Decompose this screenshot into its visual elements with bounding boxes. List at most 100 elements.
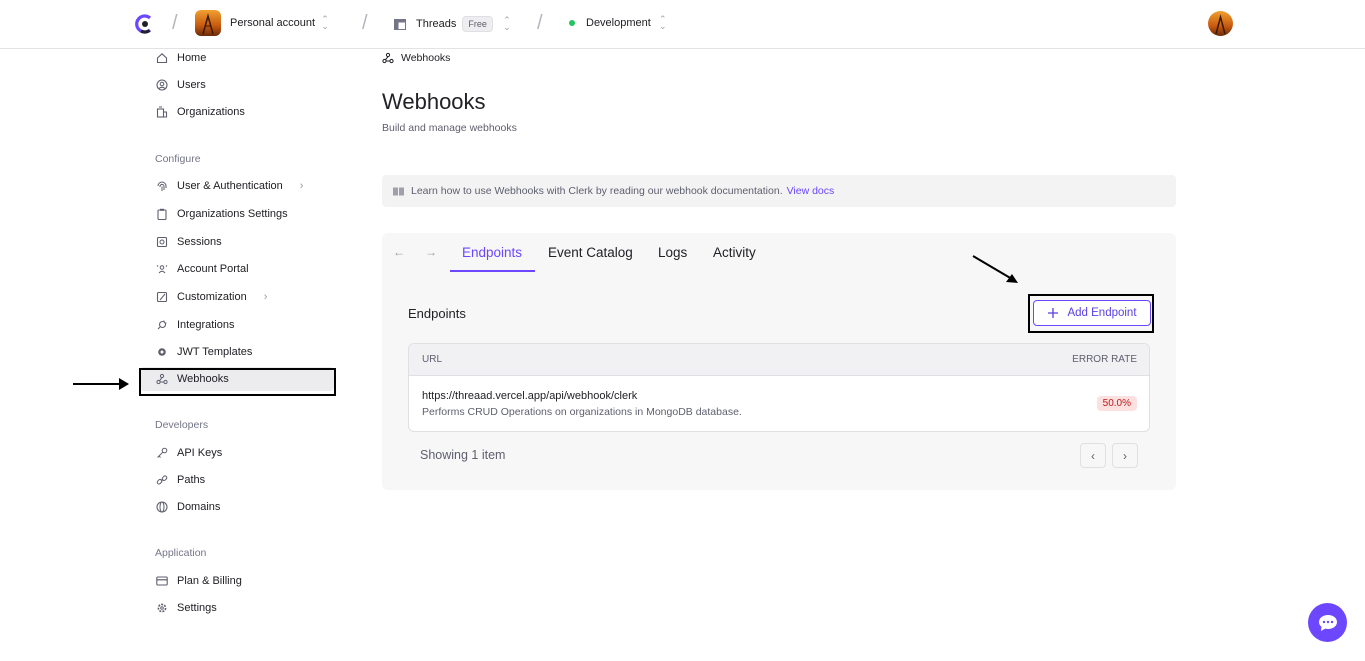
sidebar-item-sessions[interactable]: Sessions (140, 230, 334, 254)
sidebar-item-customization[interactable]: Customization › (140, 285, 334, 309)
next-page-button[interactable]: › (1112, 443, 1138, 468)
sidebar-item-home[interactable]: Home (140, 46, 334, 70)
portal-icon (155, 263, 168, 276)
sidebar-item-label: Paths (177, 474, 206, 486)
key-icon (155, 447, 168, 460)
previous-page-button[interactable]: ‹ (1080, 443, 1106, 468)
sidebar-item-users[interactable]: Users (140, 73, 334, 97)
sidebar-item-label: Home (177, 52, 207, 64)
sidebar-item-integrations[interactable]: Integrations (140, 313, 334, 337)
endpoint-url: https://threaad.vercel.app/api/webhook/c… (422, 390, 638, 402)
tab-endpoints[interactable]: Endpoints (462, 245, 522, 260)
card-icon (155, 575, 168, 588)
sidebar-item-label: Organizations Settings (177, 208, 288, 220)
status-dot-icon (569, 20, 575, 26)
environment-switcher[interactable]: Development ⌃ ⌄ (569, 14, 667, 31)
sidebar-item-organizations-settings[interactable]: Organizations Settings (140, 202, 334, 226)
plug-icon (155, 319, 168, 332)
separator: / (362, 12, 368, 34)
arrow-left-icon[interactable]: ← (393, 245, 405, 259)
separator: / (172, 12, 178, 34)
arrow-right-icon[interactable]: → (425, 245, 437, 259)
sidebar-item-label: Settings (177, 602, 217, 614)
sidebar-item-organizations[interactable]: Organizations (140, 100, 334, 124)
account-avatar (195, 10, 221, 36)
error-rate-badge: 50.0% (1096, 396, 1137, 411)
view-docs-link[interactable]: View docs (787, 185, 835, 197)
endpoints-table: URL ERROR RATE https://threaad.vercel.ap… (408, 343, 1150, 432)
separator: / (537, 12, 543, 34)
sidebar-item-paths[interactable]: Paths (140, 468, 334, 492)
tab-logs[interactable]: Logs (658, 245, 687, 260)
sidebar-item-domains[interactable]: Domains (140, 495, 334, 519)
endpoint-description: Performs CRUD Operations on organization… (422, 406, 742, 418)
chevron-up-down-icon: ⌃ ⌄ (321, 14, 329, 31)
sidebar-item-label: Organizations (177, 106, 245, 118)
globe-icon (155, 501, 168, 514)
gear-small-icon (155, 346, 168, 359)
sidebar-item-label: Domains (177, 501, 221, 513)
section-title-developers: Developers (155, 419, 209, 431)
sidebar-item-api-keys[interactable]: API Keys (140, 441, 334, 465)
building-icon (155, 106, 168, 119)
sidebar-item-label: User & Authentication (177, 180, 283, 192)
sidebar-item-plan-billing[interactable]: Plan & Billing (140, 569, 334, 593)
active-tab-indicator (450, 270, 535, 272)
application-name: Threads (416, 18, 457, 30)
chevron-up-down-icon: ⌃ ⌄ (659, 14, 667, 31)
link-icon (155, 474, 168, 487)
application-switcher[interactable]: Threads Free ⌃ ⌄ (394, 16, 511, 32)
column-header-url: URL (422, 354, 443, 365)
plan-badge: Free (462, 16, 493, 32)
fingerprint-icon (155, 180, 168, 193)
sidebar-item-label: Account Portal (177, 263, 249, 275)
book-icon (393, 187, 404, 195)
info-banner: Learn how to use Webhooks with Clerk by … (382, 175, 1176, 207)
environment-name: Development (586, 17, 651, 29)
breadcrumb-label[interactable]: Webhooks (401, 52, 450, 64)
top-bar: / Personal account ⌃ ⌄ / Threads Free ⌃ ⌄ … (0, 0, 1365, 49)
sidebar-item-settings[interactable]: Settings (140, 596, 334, 620)
tab-event-catalog[interactable]: Event Catalog (548, 245, 633, 260)
sidebar-item-account-portal[interactable]: Account Portal (140, 257, 334, 281)
sidebar-item-label: Plan & Billing (177, 575, 242, 587)
chevron-right-icon: › (263, 291, 268, 303)
gear-icon (155, 602, 168, 615)
sidebar-item-jwt-templates[interactable]: JWT Templates (140, 340, 334, 364)
chat-support-button[interactable] (1308, 603, 1347, 642)
add-endpoint-button[interactable]: Add Endpoint (1033, 300, 1151, 326)
pagination-status: Showing 1 item (420, 448, 506, 462)
info-text: Learn how to use Webhooks with Clerk by … (411, 185, 783, 197)
account-switcher[interactable]: Personal account ⌃ ⌄ (230, 14, 329, 31)
sidebar-item-label: JWT Templates (177, 346, 253, 358)
sidebar-item-label: Sessions (177, 236, 222, 248)
sessions-icon (155, 236, 168, 249)
chevron-up-down-icon: ⌃ ⌄ (503, 15, 511, 32)
table-row[interactable]: https://threaad.vercel.app/api/webhook/c… (409, 376, 1149, 431)
annotation-highlight-box (139, 368, 336, 396)
annotation-arrow-icon (73, 378, 129, 390)
sidebar-item-user-authentication[interactable]: User & Authentication › (140, 174, 334, 198)
user-circle-icon (155, 79, 168, 92)
sidebar-item-label: Customization (177, 291, 247, 303)
page-subtitle: Build and manage webhooks (382, 122, 517, 134)
column-header-error-rate: ERROR RATE (1072, 354, 1137, 365)
page-title: Webhooks (382, 89, 486, 114)
sidebar-item-label: API Keys (177, 447, 223, 459)
table-header: URL ERROR RATE (409, 344, 1149, 376)
chevron-right-icon: › (299, 180, 304, 192)
annotation-arrow-icon (972, 255, 1018, 283)
account-name: Personal account (230, 17, 315, 29)
sidebar-item-label: Integrations (177, 319, 235, 331)
add-endpoint-label: Add Endpoint (1067, 307, 1137, 319)
tab-activity[interactable]: Activity (713, 245, 756, 260)
home-icon (155, 52, 168, 65)
application-icon (394, 18, 406, 30)
section-title-configure: Configure (155, 153, 201, 165)
breadcrumb: Webhooks (382, 52, 450, 64)
clerk-logo-icon[interactable] (135, 12, 155, 36)
webhooks-panel: ← → Endpoints Event Catalog Logs Activit… (382, 233, 1176, 490)
chevron-left-icon: ‹ (1091, 448, 1095, 463)
sidebar-item-label: Users (177, 79, 206, 91)
user-avatar[interactable] (1208, 11, 1233, 36)
